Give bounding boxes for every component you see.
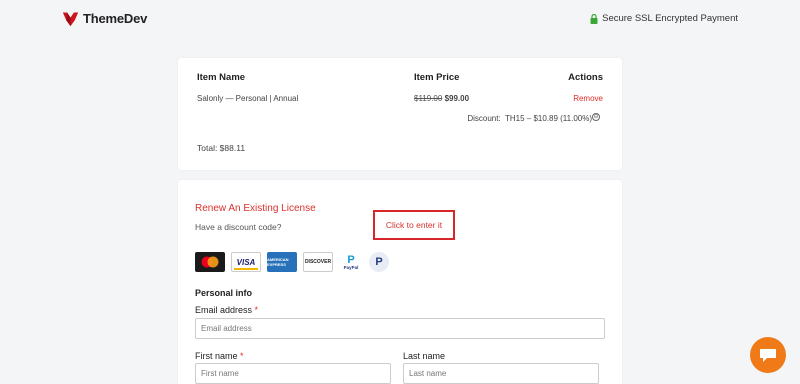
item-name: Salonly — Personal | Annual: [197, 94, 299, 103]
discount-prompt: Have a discount code?: [195, 222, 282, 232]
last-name-label: Last name: [403, 351, 446, 361]
col-item-name: Item Name: [197, 72, 246, 83]
discount-row: Discount: TH15 – $10.89 (11.00%): [467, 114, 592, 123]
brand-name: ThemeDev: [83, 11, 148, 26]
ssl-notice: Secure SSL Encrypted Payment: [590, 13, 738, 24]
paypal-icon: P PayPal: [343, 253, 359, 270]
sale-price: $99.00: [444, 94, 470, 103]
payment-methods: VISA AMERICAN EXPRESS DISCOVER P PayPal …: [195, 252, 389, 272]
cart-total: Total: $88.11: [197, 143, 246, 153]
required-mark: *: [240, 351, 244, 361]
checkout-form: Renew An Existing License Have a discoun…: [178, 180, 622, 384]
col-actions: Actions: [568, 72, 603, 83]
ssl-text: Secure SSL Encrypted Payment: [602, 13, 738, 24]
cart-summary: Item Name Item Price Actions Salonly — P…: [178, 58, 622, 170]
col-item-price: Item Price: [414, 72, 460, 83]
paypal-p-icon: P: [369, 252, 389, 272]
required-mark: *: [254, 305, 259, 315]
lock-icon: [590, 13, 598, 24]
email-label: Email address *: [195, 305, 259, 315]
brand-logo[interactable]: ThemeDev: [62, 10, 147, 27]
visa-icon: VISA: [231, 252, 261, 272]
remove-item-button[interactable]: Remove: [573, 94, 603, 103]
email-field[interactable]: [195, 318, 605, 339]
last-name-field[interactable]: [403, 363, 599, 384]
original-price: $119.00: [414, 94, 443, 103]
remove-discount-icon[interactable]: ⊖: [592, 113, 600, 121]
enter-discount-link[interactable]: Click to enter it: [373, 210, 455, 240]
first-name-label: First name *: [195, 351, 244, 361]
discount-value: TH15 – $10.89 (11.00%): [504, 114, 592, 123]
chat-bubble-icon: [760, 349, 776, 362]
mastercard-icon: [195, 252, 225, 272]
top-bar: ThemeDev Secure SSL Encrypted Payment: [0, 0, 800, 40]
first-name-field[interactable]: [195, 363, 391, 384]
discount-label: Discount:: [467, 114, 501, 123]
discover-icon: DISCOVER: [303, 252, 333, 272]
renew-license-link[interactable]: Renew An Existing License: [195, 203, 316, 214]
amex-icon: AMERICAN EXPRESS: [267, 252, 297, 272]
chat-button[interactable]: [750, 337, 786, 373]
themedev-logo-icon: [62, 12, 79, 27]
item-price: $119.00 $99.00: [414, 94, 469, 103]
section-title: Personal info: [195, 288, 253, 298]
